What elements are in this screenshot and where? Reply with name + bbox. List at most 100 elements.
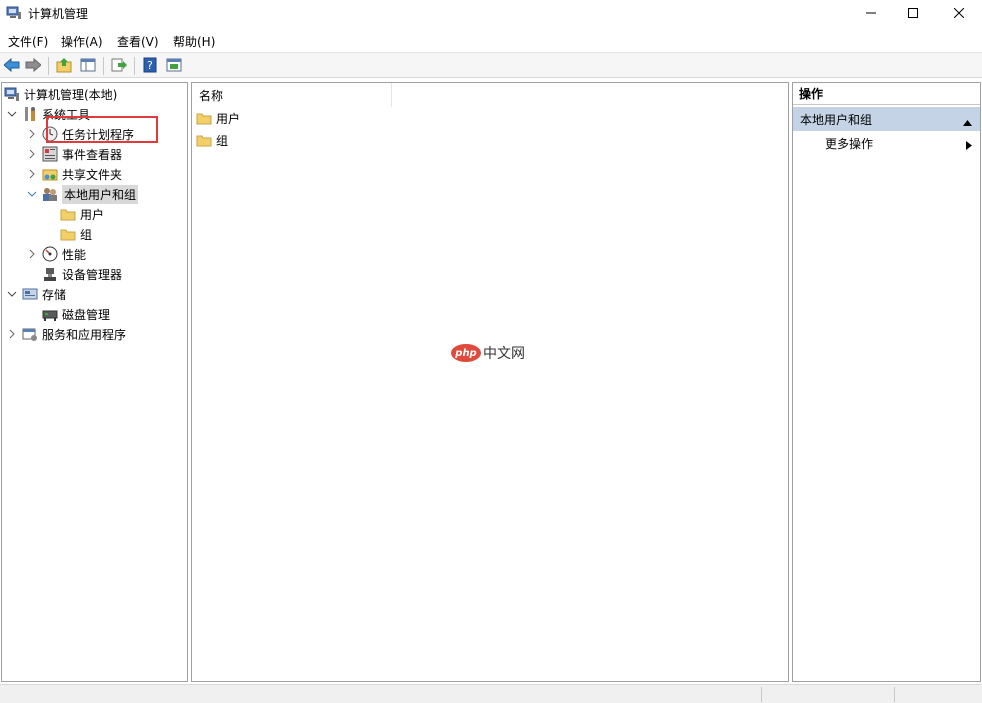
services-icon xyxy=(22,326,38,342)
close-button[interactable] xyxy=(936,0,982,28)
chevron-down-icon[interactable] xyxy=(6,288,18,300)
help-icon: ? xyxy=(142,57,158,76)
menu-help[interactable]: 帮助(H) xyxy=(173,33,215,50)
show-hide-tree-button[interactable] xyxy=(79,57,97,75)
tree-label: 磁盘管理 xyxy=(62,307,111,322)
tree-label: 服务和应用程序 xyxy=(42,327,127,342)
export-list-icon xyxy=(111,57,127,76)
list-item-label: 组 xyxy=(216,133,229,148)
event-viewer-icon xyxy=(42,146,58,162)
status-separator xyxy=(894,687,895,702)
toolbar-separator xyxy=(103,57,104,75)
disk-icon xyxy=(42,306,58,322)
more-actions-label: 更多操作 xyxy=(825,136,874,151)
tree-item-local-users-groups[interactable]: 本地用户和组 xyxy=(26,184,139,204)
column-header-label: 名称 xyxy=(199,88,224,103)
status-bar xyxy=(0,684,982,703)
tree-item-services-apps[interactable]: 服务和应用程序 xyxy=(6,324,126,344)
help-button[interactable]: ? xyxy=(141,57,159,75)
tree-label: 共享文件夹 xyxy=(62,167,123,182)
tree-item-disk-management[interactable]: 磁盘管理 xyxy=(42,304,110,324)
menu-view[interactable]: 查看(V) xyxy=(117,33,159,50)
column-header-name[interactable]: 名称 xyxy=(192,83,392,107)
tree-item-shared-folders[interactable]: 共享文件夹 xyxy=(26,164,122,184)
tree-label: 存储 xyxy=(42,287,67,302)
minimize-button[interactable] xyxy=(848,0,894,28)
show-hide-action-pane-button[interactable] xyxy=(165,57,183,75)
tree-item-device-manager[interactable]: 设备管理器 xyxy=(42,264,122,284)
tree-label: 本地用户和组 xyxy=(62,184,139,204)
window-title: 计算机管理 xyxy=(28,7,89,21)
tools-icon xyxy=(22,106,38,122)
svg-text:?: ? xyxy=(147,59,153,72)
status-separator xyxy=(761,687,762,702)
show-hide-action-pane-icon xyxy=(166,57,182,76)
chevron-right-icon[interactable] xyxy=(26,128,38,140)
console-tree[interactable]: 计算机管理(本地) 系统工具 任务计划程序 事件查看器 共享文件夹 本地用户和组… xyxy=(1,82,188,682)
forward-button[interactable] xyxy=(24,57,42,75)
show-hide-tree-icon xyxy=(80,57,96,76)
tree-label: 事件查看器 xyxy=(62,147,123,162)
tree-label: 性能 xyxy=(62,247,87,262)
watermark-text: 中文网 xyxy=(483,346,525,362)
highlight-box xyxy=(46,116,158,143)
tree-label: 组 xyxy=(80,227,93,242)
chevron-right-icon[interactable] xyxy=(26,168,38,180)
forward-arrow-icon xyxy=(25,57,42,75)
tree-item-performance[interactable]: 性能 xyxy=(26,244,86,264)
chevron-down-icon[interactable] xyxy=(26,188,38,200)
menu-file[interactable]: 文件(F) xyxy=(8,33,48,50)
users-group-icon xyxy=(42,186,58,202)
export-list-button[interactable] xyxy=(110,57,128,75)
chevron-down-icon[interactable] xyxy=(6,108,18,120)
chevron-right-icon[interactable] xyxy=(6,328,18,340)
toolbar-separator xyxy=(134,57,135,75)
storage-icon xyxy=(22,286,38,302)
actions-section-local-users-groups[interactable]: 本地用户和组 xyxy=(793,107,980,131)
folder-icon xyxy=(60,206,76,222)
actions-header: 操作 xyxy=(793,83,980,105)
folder-icon xyxy=(60,226,76,242)
tree-item-root[interactable]: 计算机管理(本地) xyxy=(4,84,117,104)
up-folder-icon xyxy=(56,57,72,76)
actions-pane: 操作 本地用户和组 更多操作 xyxy=(792,82,981,682)
collapse-up-icon xyxy=(963,115,972,129)
tree-label: 用户 xyxy=(80,207,105,222)
watermark: php 中文网 xyxy=(451,343,525,363)
list-item[interactable]: 用户 xyxy=(196,108,240,128)
tree-label: 计算机管理(本地) xyxy=(24,87,118,102)
list-item-label: 用户 xyxy=(216,111,241,126)
menu-action[interactable]: 操作(A) xyxy=(61,33,103,50)
maximize-button[interactable] xyxy=(890,0,936,28)
minimize-icon xyxy=(866,7,876,21)
computer-management-icon xyxy=(6,6,22,20)
submenu-arrow-icon xyxy=(966,139,972,153)
tree-item-groups[interactable]: 组 xyxy=(60,224,92,244)
list-item[interactable]: 组 xyxy=(196,130,228,150)
back-arrow-icon xyxy=(3,57,20,75)
chevron-right-icon[interactable] xyxy=(26,148,38,160)
watermark-logo: php xyxy=(451,344,481,362)
folder-icon xyxy=(196,110,212,126)
title-bar: 计算机管理 xyxy=(0,0,982,28)
folder-icon xyxy=(196,132,212,148)
tree-item-event-viewer[interactable]: 事件查看器 xyxy=(26,144,122,164)
computer-management-icon xyxy=(4,86,20,102)
more-actions-item[interactable]: 更多操作 xyxy=(825,133,980,153)
chevron-right-icon[interactable] xyxy=(26,248,38,260)
menu-bar: 文件(F) 操作(A) 查看(V) 帮助(H) xyxy=(0,30,982,52)
device-manager-icon xyxy=(42,266,58,282)
details-pane[interactable]: 名称 用户 组 php 中文网 xyxy=(191,82,789,682)
up-one-level-button[interactable] xyxy=(55,57,73,75)
close-icon xyxy=(953,7,965,21)
performance-icon xyxy=(42,246,58,262)
actions-section-label: 本地用户和组 xyxy=(800,112,873,127)
tree-item-storage[interactable]: 存储 xyxy=(6,284,66,304)
back-button[interactable] xyxy=(3,57,21,75)
maximize-icon xyxy=(908,7,918,21)
tree-label: 设备管理器 xyxy=(62,267,123,282)
toolbar: ? xyxy=(0,52,982,78)
shared-folder-icon xyxy=(42,166,58,182)
toolbar-separator xyxy=(48,57,49,75)
tree-item-users[interactable]: 用户 xyxy=(60,204,104,224)
